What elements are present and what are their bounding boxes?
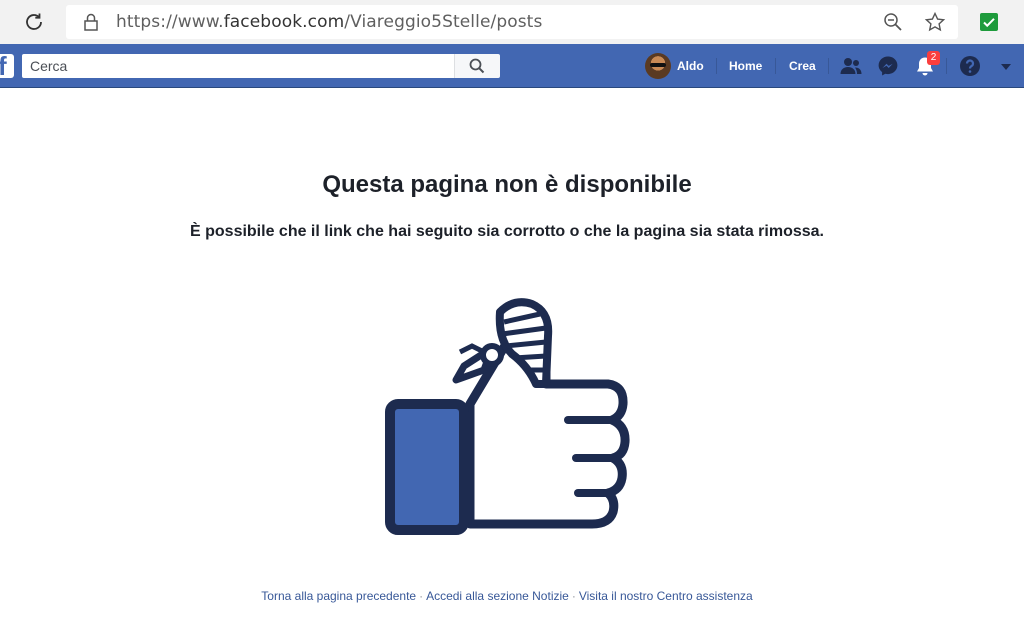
url-prefix: https://www. (116, 12, 224, 32)
account-menu-caret-icon[interactable] (1001, 63, 1011, 71)
create-link[interactable]: Crea (789, 59, 816, 73)
footer-separator: · (419, 589, 424, 603)
search-button[interactable] (454, 54, 500, 78)
url-path: /Viareggio5Stelle/posts (344, 12, 543, 32)
reload-icon[interactable] (22, 10, 46, 34)
search-input[interactable] (22, 54, 432, 78)
nav-divider (946, 58, 947, 74)
url-host: facebook.com (223, 12, 345, 32)
nav-divider (775, 58, 776, 74)
page-subtitle: È possibile che il link che hai seguito … (190, 223, 824, 240)
star-icon[interactable] (924, 11, 946, 33)
help-icon[interactable] (959, 55, 981, 77)
friends-icon[interactable] (839, 56, 863, 76)
page-title: Questa pagina non è disponibile (322, 171, 692, 198)
footer-links: Torna alla pagina precedente · Accedi alla… (0, 589, 1014, 603)
profile-name: Aldo (677, 59, 704, 73)
zoom-icon[interactable] (882, 11, 904, 33)
address-bar[interactable]: https://www.facebook.com/Viareggio5Stell… (66, 5, 958, 39)
bandaged-thumb-icon (385, 298, 630, 535)
avatar (645, 53, 671, 79)
home-link[interactable]: Home (729, 59, 762, 73)
facebook-logo[interactable]: f (0, 54, 14, 78)
news-feed-link[interactable]: Accedi alla sezione Notizie (426, 589, 569, 603)
browser-toolbar: https://www.facebook.com/Viareggio5Stell… (0, 0, 1024, 44)
notification-badge: 2 (927, 51, 940, 65)
search-icon (469, 58, 485, 74)
footer-separator: · (571, 589, 576, 603)
url-text[interactable]: https://www.facebook.com/Viareggio5Stell… (116, 12, 542, 32)
help-center-link[interactable]: Visita il nostro Centro assistenza (579, 589, 753, 603)
profile-link[interactable]: Aldo (645, 52, 704, 80)
back-link[interactable]: Torna alla pagina precedente (261, 589, 416, 603)
lock-icon (84, 13, 98, 31)
search-bar (22, 54, 500, 78)
nav-divider (716, 58, 717, 74)
facebook-navbar: f Aldo Home Crea 2 (0, 44, 1024, 88)
nav-divider (828, 58, 829, 74)
messenger-icon[interactable] (877, 55, 899, 77)
extension-icon[interactable] (980, 13, 998, 31)
